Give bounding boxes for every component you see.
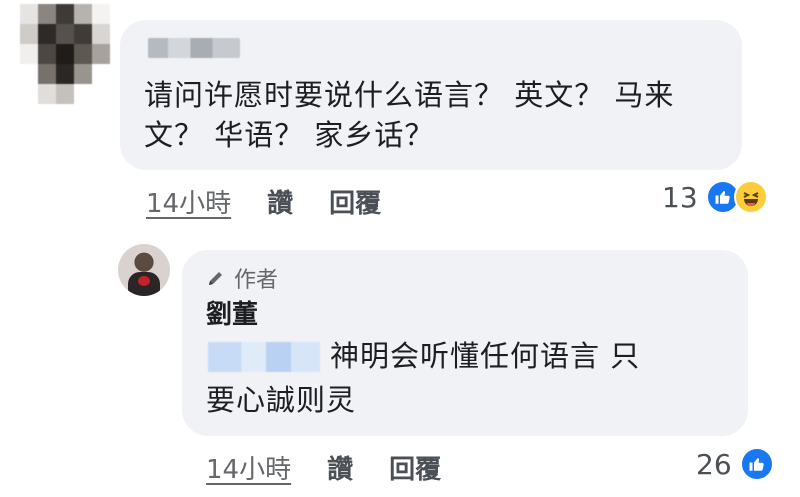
author-name[interactable]: 劉董 <box>206 294 258 331</box>
reply-actions: 14小時 讚 回覆 <box>206 449 477 486</box>
commenter-name-blurred[interactable] <box>148 38 240 58</box>
reply-button[interactable]: 回覆 <box>329 183 381 220</box>
reply-bubble: 作者 劉董 神明会听懂任何语言 只 要心誠则灵 <box>182 250 748 436</box>
comment-timestamp[interactable]: 14小時 <box>146 183 231 220</box>
author-badge-label: 作者 <box>234 268 279 293</box>
like-button[interactable]: 讚 <box>267 183 293 220</box>
reaction-summary[interactable]: 13 <box>662 180 768 214</box>
author-avatar[interactable] <box>118 244 170 296</box>
author-badge: 作者 <box>206 262 278 294</box>
reaction-count: 26 <box>696 447 732 481</box>
reply-text-line2: 要心誠则灵 <box>206 383 357 417</box>
reply-text-line1: 神明会听懂任何语言 只 <box>330 339 641 373</box>
haha-icon <box>733 180 768 214</box>
pencil-icon <box>209 272 222 285</box>
reply-button[interactable]: 回覆 <box>389 449 441 486</box>
comment-text: 请问许愿时要说什么语言？ 英文？ 马来文？ 华语？ 家乡话？ <box>144 78 675 152</box>
like-icon <box>739 447 774 481</box>
like-button[interactable]: 讚 <box>327 449 353 486</box>
avatar-blurred[interactable] <box>20 4 110 104</box>
reply-timestamp[interactable]: 14小時 <box>206 449 291 486</box>
mentioned-user-blurred[interactable] <box>208 342 320 372</box>
reaction-summary[interactable]: 26 <box>696 447 774 481</box>
avatar-flower <box>138 276 150 286</box>
comment-actions: 14小時 讚 回覆 <box>146 183 417 220</box>
reaction-count: 13 <box>662 180 698 214</box>
comment-bubble: 请问许愿时要说什么语言？ 英文？ 马来文？ 华语？ 家乡话？ <box>120 20 742 170</box>
